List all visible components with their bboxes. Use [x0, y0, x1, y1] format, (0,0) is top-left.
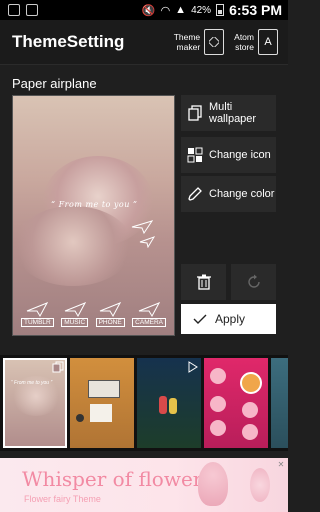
multi-wallpaper-icon — [188, 105, 202, 121]
delete-button[interactable] — [181, 264, 226, 300]
signal-icon: ▲ — [175, 4, 187, 16]
app-circle-decoration — [242, 402, 258, 418]
sim-icon — [26, 4, 38, 16]
theme-preview[interactable]: “ From me to you ” TUMBLR MUSIC PHONE CA… — [12, 95, 175, 336]
clock-decoration — [240, 372, 262, 394]
clock: 6:53 PM — [229, 2, 282, 18]
cloud-decoration — [13, 206, 133, 286]
theme-name-label: Paper airplane — [12, 76, 97, 91]
app-circle-decoration — [242, 424, 258, 440]
banner-subtitle: Flower fairy Theme — [24, 494, 101, 504]
change-color-label: Change color — [209, 188, 275, 200]
cup-decoration — [76, 414, 84, 422]
reset-button[interactable] — [231, 264, 276, 300]
change-icon-label: Change icon — [209, 149, 271, 161]
dock-app-label: TUMBLR — [21, 318, 54, 327]
app-circle-decoration — [210, 396, 226, 412]
dock-app: PHONE — [95, 301, 125, 327]
battery-icon — [216, 4, 225, 16]
refresh-icon — [247, 274, 260, 288]
atom-store-icon: A — [258, 29, 278, 55]
grid-icon — [187, 147, 203, 163]
ad-banner[interactable]: Whisper of flowers Flower fairy Theme ✕ — [0, 458, 288, 512]
trash-icon — [196, 274, 211, 290]
preview-dock: TUMBLR MUSIC PHONE CAMERA — [21, 301, 166, 327]
page-title: ThemeSetting — [12, 32, 125, 51]
theme-thumbnail[interactable] — [137, 358, 201, 448]
multi-wallpaper-button[interactable]: Multi wallpaper — [181, 95, 276, 131]
paper-plane-icon — [64, 302, 86, 317]
paper-decoration — [90, 404, 112, 422]
app-circle-decoration — [210, 420, 226, 436]
close-icon[interactable]: ✕ — [276, 460, 286, 470]
character-decoration — [159, 396, 167, 414]
flower-illustration — [250, 468, 270, 502]
atom-store-label: Atom store — [234, 32, 254, 52]
preview-quote: “ From me to you ” — [51, 200, 138, 209]
check-icon — [193, 314, 207, 324]
theme-thumbnail[interactable] — [70, 358, 134, 448]
theme-maker-button[interactable]: Theme maker — [173, 29, 225, 55]
theme-thumbnail-strip[interactable]: “ From me to you ” — [0, 355, 288, 451]
play-icon — [188, 361, 198, 373]
wifi-icon: ◠ — [160, 4, 171, 17]
paper-plane-icon — [138, 302, 161, 317]
apply-label: Apply — [215, 312, 246, 326]
theme-thumbnail[interactable]: “ From me to you ” — [3, 358, 67, 448]
status-bar: 🔇 ◠ ▲ 42% 6:53 PM — [0, 0, 288, 20]
dock-app: TUMBLR — [21, 301, 54, 327]
paper-plane-icon — [99, 302, 122, 317]
dock-app-label: CAMERA — [132, 318, 166, 327]
dock-app-label: PHONE — [95, 318, 125, 327]
app-bar: ThemeSetting Theme maker Atom store A — [0, 20, 288, 65]
paper-plane-icon — [139, 236, 155, 248]
change-icon-button[interactable]: Change icon — [181, 137, 276, 173]
theme-maker-label: Theme maker — [173, 32, 201, 52]
paper-plane-icon — [27, 302, 49, 317]
multi-wallpaper-icon — [52, 361, 64, 373]
laptop-decoration — [88, 380, 120, 398]
battery-percent: 42% — [191, 4, 212, 16]
fairy-illustration — [198, 462, 228, 506]
eyedropper-icon — [188, 187, 202, 201]
theme-thumbnail[interactable] — [204, 358, 268, 448]
theme-thumbnail[interactable] — [271, 358, 288, 448]
app-circle-decoration — [210, 368, 226, 384]
character-decoration — [169, 398, 177, 414]
dock-app: MUSIC — [61, 301, 89, 327]
dock-app: CAMERA — [132, 301, 166, 327]
change-color-button[interactable]: Change color — [181, 176, 276, 212]
notification-icon — [8, 4, 20, 16]
banner-title: Whisper of flowers — [22, 467, 213, 491]
atom-store-button[interactable]: Atom store A — [234, 29, 278, 55]
apply-button[interactable]: Apply — [181, 304, 276, 334]
multi-wallpaper-label: Multi wallpaper — [209, 101, 257, 125]
thumbnail-quote: “ From me to you ” — [11, 380, 53, 386]
mute-icon: 🔇 — [141, 4, 156, 17]
dock-app-label: MUSIC — [61, 318, 89, 327]
paper-plane-icon — [131, 220, 153, 234]
theme-maker-icon — [204, 29, 225, 55]
